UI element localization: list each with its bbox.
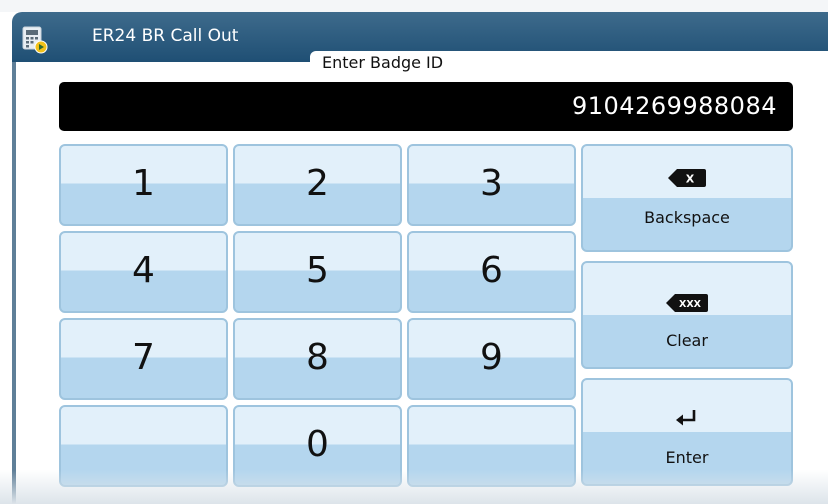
clear-xxx-icon: XXX bbox=[666, 294, 708, 312]
backspace-label: Backspace bbox=[644, 208, 730, 227]
key-label: 1 bbox=[132, 163, 155, 204]
key-label: 4 bbox=[132, 250, 155, 291]
svg-text:X: X bbox=[686, 173, 695, 186]
key-8[interactable]: 8 bbox=[233, 318, 402, 400]
tab-label: Enter Badge ID bbox=[322, 53, 444, 72]
key-9[interactable]: 9 bbox=[407, 318, 576, 400]
key-4[interactable]: 4 bbox=[59, 231, 228, 313]
backspace-x-icon: X bbox=[668, 169, 706, 187]
badge-id-display: 9104269988084 bbox=[59, 82, 793, 131]
clear-button[interactable]: XXX Clear bbox=[581, 261, 793, 369]
key-5[interactable]: 5 bbox=[233, 231, 402, 313]
enter-label: Enter bbox=[665, 448, 709, 467]
svg-text:XXX: XXX bbox=[679, 299, 702, 310]
key-label: 8 bbox=[306, 337, 329, 378]
left-border bbox=[12, 62, 16, 504]
key-7[interactable]: 7 bbox=[59, 318, 228, 400]
enter-return-icon bbox=[676, 410, 696, 426]
key-label: 2 bbox=[306, 163, 329, 204]
key-label: 6 bbox=[480, 250, 503, 291]
key-2[interactable]: 2 bbox=[233, 144, 402, 226]
key-1[interactable]: 1 bbox=[59, 144, 228, 226]
key-label: 9 bbox=[480, 337, 503, 378]
key-label: 5 bbox=[306, 250, 329, 291]
bottom-edge-shade bbox=[0, 470, 828, 504]
key-6[interactable]: 6 bbox=[407, 231, 576, 313]
clear-label: Clear bbox=[666, 331, 708, 350]
key-label: 0 bbox=[306, 424, 329, 465]
key-3[interactable]: 3 bbox=[407, 144, 576, 226]
badge-id-value: 9104269988084 bbox=[571, 92, 777, 120]
calculator-play-icon[interactable] bbox=[22, 26, 48, 54]
tab-enter-badge-id[interactable]: Enter Badge ID bbox=[310, 51, 828, 75]
app-window: ER24 BR Call Out Enter Badge ID 91042699… bbox=[0, 0, 828, 504]
app-title: ER24 BR Call Out bbox=[92, 26, 239, 46]
key-label: 3 bbox=[480, 163, 503, 204]
key-label: 7 bbox=[132, 337, 155, 378]
backspace-button[interactable]: X Backspace bbox=[581, 144, 793, 252]
top-strip bbox=[0, 0, 828, 12]
